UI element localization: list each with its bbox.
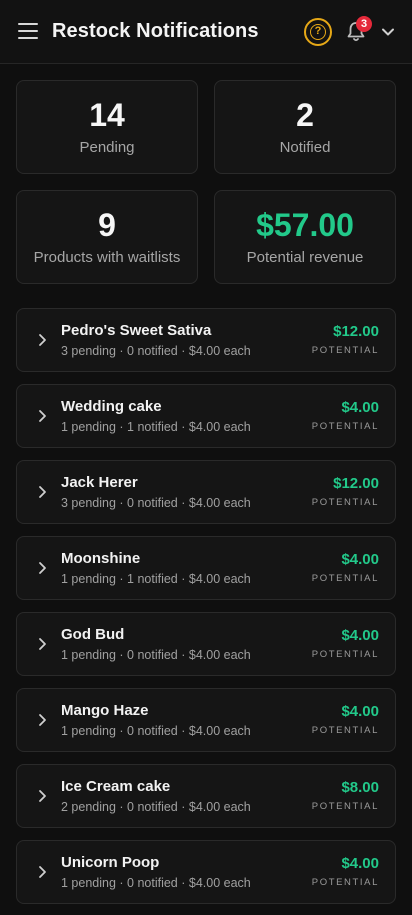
list-item[interactable]: Jack Herer 3 pending · 0 notified · $4.0… — [16, 460, 396, 524]
chevron-right-icon — [39, 790, 46, 802]
chevron-right-icon — [39, 562, 46, 574]
page-title: Restock Notifications — [52, 20, 259, 42]
potential-amount: $12.00 — [333, 323, 379, 340]
top-bar: Restock Notifications ? 3 — [0, 0, 412, 64]
question-icon: ? — [310, 24, 326, 40]
chevron-right-icon — [39, 334, 46, 346]
product-meta: 1 pending · 1 notified · $4.00 each — [61, 420, 251, 434]
product-name: Moonshine — [61, 550, 141, 567]
product-meta: 3 pending · 0 notified · $4.00 each — [61, 344, 251, 358]
potential-label: POTENTIAL — [311, 877, 379, 888]
potential-amount: $4.00 — [341, 627, 379, 644]
potential-amount: $12.00 — [333, 475, 379, 492]
stat-card-pending: 14 Pending — [16, 80, 198, 174]
list-item[interactable]: Unicorn Poop 1 pending · 0 notified · $4… — [16, 840, 396, 904]
product-meta: 1 pending · 0 notified · $4.00 each — [61, 724, 251, 738]
potential-amount: $4.00 — [341, 703, 379, 720]
potential-amount: $8.00 — [341, 779, 379, 796]
product-meta: 1 pending · 1 notified · $4.00 each — [61, 572, 251, 586]
list-item[interactable]: Ice Cream cake 2 pending · 0 notified · … — [16, 764, 396, 828]
chevron-right-icon — [39, 410, 46, 422]
potential-label: POTENTIAL — [311, 421, 379, 432]
product-name: Ice Cream cake — [61, 778, 171, 795]
chevron-right-icon — [39, 714, 46, 726]
stat-label: Potential revenue — [246, 249, 364, 266]
stat-value: $57.00 — [256, 207, 354, 243]
product-name: Mango Haze — [61, 702, 149, 719]
potential-label: POTENTIAL — [311, 801, 379, 812]
potential-label: POTENTIAL — [311, 497, 379, 508]
stat-label: Pending — [79, 139, 135, 156]
stat-label: Products with waitlists — [33, 249, 181, 266]
product-name: Wedding cake — [61, 398, 162, 415]
stat-value: 9 — [98, 207, 116, 243]
product-name: Jack Herer — [61, 474, 138, 491]
product-name: God Bud — [61, 626, 125, 643]
list-item[interactable]: Moonshine 1 pending · 1 notified · $4.00… — [16, 536, 396, 600]
product-meta: 3 pending · 0 notified · $4.00 each — [61, 496, 251, 510]
stat-value: 14 — [89, 97, 125, 133]
product-meta: 2 pending · 0 notified · $4.00 each — [61, 800, 251, 814]
chevron-right-icon — [39, 638, 46, 650]
potential-amount: $4.00 — [341, 399, 379, 416]
product-name: Unicorn Poop — [61, 854, 160, 871]
potential-amount: $4.00 — [341, 855, 379, 872]
chevron-down-icon[interactable] — [378, 22, 398, 42]
chevron-right-icon — [39, 866, 46, 878]
stat-card-products-with-waitlists: 9 Products with waitlists — [16, 190, 198, 284]
product-meta: 1 pending · 0 notified · $4.00 each — [61, 648, 251, 662]
product-meta: 1 pending · 0 notified · $4.00 each — [61, 876, 251, 890]
list-item[interactable]: Pedro's Sweet Sativa 3 pending · 0 notif… — [16, 308, 396, 372]
potential-label: POTENTIAL — [311, 725, 379, 736]
potential-label: POTENTIAL — [311, 649, 379, 660]
potential-label: POTENTIAL — [311, 573, 379, 584]
list-item[interactable]: Wedding cake 1 pending · 1 notified · $4… — [16, 384, 396, 448]
stat-card-notified: 2 Notified — [214, 80, 396, 174]
potential-amount: $4.00 — [341, 551, 379, 568]
hamburger-menu-icon[interactable] — [18, 23, 38, 41]
list-item[interactable]: God Bud 1 pending · 0 notified · $4.00 e… — [16, 612, 396, 676]
list-item[interactable]: Mango Haze 1 pending · 0 notified · $4.0… — [16, 688, 396, 752]
stat-card-potential-revenue: $57.00 Potential revenue — [214, 190, 396, 284]
notification-count-badge: 3 — [356, 16, 372, 32]
chevron-right-icon — [39, 486, 46, 498]
potential-label: POTENTIAL — [311, 345, 379, 356]
stat-value: 2 — [296, 97, 314, 133]
stat-label: Notified — [279, 139, 331, 156]
product-name: Pedro's Sweet Sativa — [61, 322, 212, 339]
help-button[interactable]: ? — [304, 18, 332, 46]
